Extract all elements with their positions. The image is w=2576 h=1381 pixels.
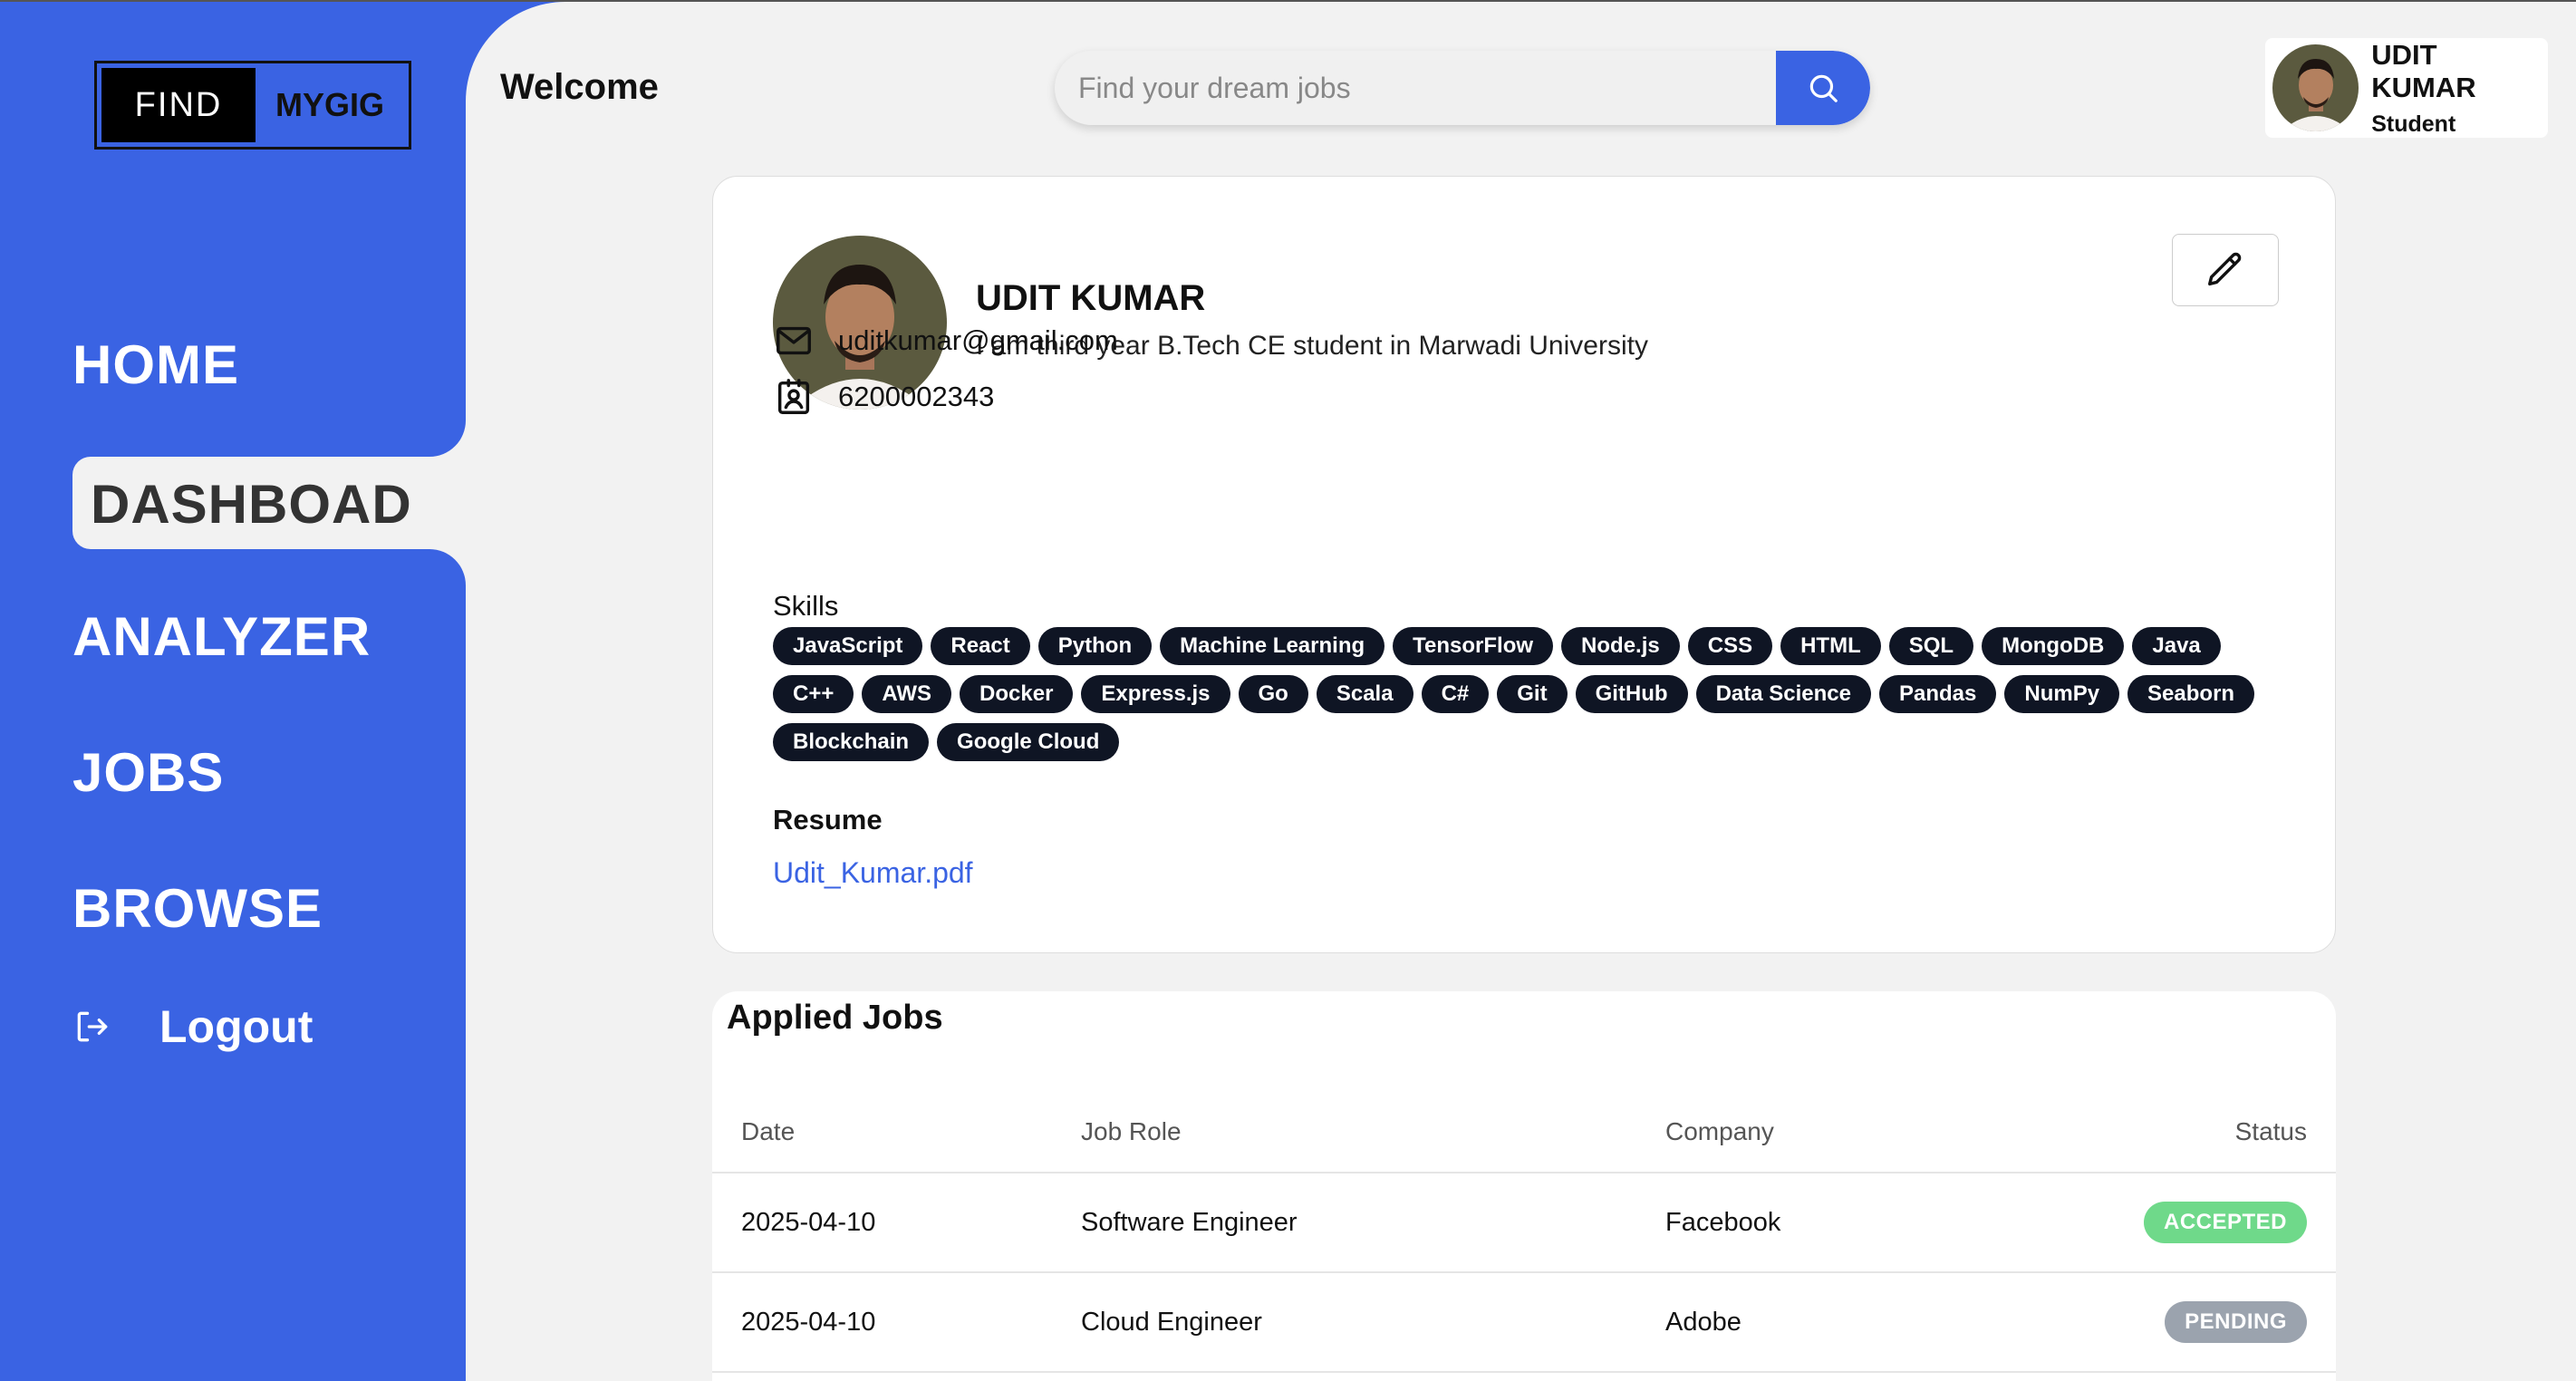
skill-tag: Git bbox=[1497, 675, 1568, 713]
table-header-row: Date Job Role Company Status bbox=[712, 1091, 2336, 1173]
skill-tag: NumPy bbox=[2004, 675, 2120, 713]
skill-tag: Java bbox=[2132, 627, 2221, 665]
applied-jobs-heading: Applied Jobs bbox=[727, 999, 943, 1037]
column-header-role: Job Role bbox=[1052, 1091, 1636, 1173]
job-role: Cloud Engineer bbox=[1052, 1272, 1636, 1373]
email-contact: uditkumar@gmail.com bbox=[773, 320, 1118, 362]
search-input[interactable] bbox=[1055, 51, 1776, 125]
nav-home[interactable]: HOME bbox=[72, 333, 239, 396]
skill-tag: Blockchain bbox=[773, 723, 930, 761]
logout-label: Logout bbox=[159, 1001, 314, 1052]
email-text: uditkumar@gmail.com bbox=[838, 324, 1118, 356]
skill-tag: TensorFlow bbox=[1393, 627, 1554, 665]
search-icon bbox=[1809, 74, 1838, 102]
skill-tag: CSS bbox=[1687, 627, 1773, 665]
skill-tag: HTML bbox=[1780, 627, 1881, 665]
skill-tag: Docker bbox=[960, 675, 1074, 713]
contact-card-icon bbox=[777, 379, 810, 414]
nav-browse[interactable]: BROWSE bbox=[72, 877, 323, 940]
skill-tag: Express.js bbox=[1081, 675, 1230, 713]
job-status-cell: PENDING bbox=[1912, 1272, 2336, 1373]
avatar bbox=[2272, 44, 2359, 131]
app-logo[interactable]: FIND MYGIG bbox=[94, 61, 411, 150]
job-date: 2025-04-10 bbox=[712, 1272, 1052, 1373]
column-header-date: Date bbox=[712, 1091, 1052, 1173]
skills-list: JavaScript React Python Machine Learning Ten… bbox=[773, 627, 2295, 761]
skill-tag: SQL bbox=[1888, 627, 1974, 665]
profile-name: UDIT KUMAR bbox=[976, 278, 1206, 318]
applied-jobs-table: Date Job Role Company Status 2025-04-10 … bbox=[712, 1091, 2336, 1373]
search-button[interactable] bbox=[1776, 51, 1870, 125]
table-row[interactable]: 2025-04-10 Software Engineer Facebook AC… bbox=[712, 1173, 2336, 1273]
skills-heading: Skills bbox=[773, 590, 839, 622]
table-row[interactable]: 2025-04-10 Cloud Engineer Adobe PENDING bbox=[712, 1272, 2336, 1373]
skill-tag: Pandas bbox=[1878, 675, 1997, 713]
column-header-company: Company bbox=[1636, 1091, 1913, 1173]
user-name: UDIT KUMAR bbox=[2371, 38, 2476, 103]
applied-jobs-card: Applied Jobs Date Job Role Company Statu… bbox=[712, 991, 2336, 1381]
phone-contact: 6200002343 bbox=[773, 376, 994, 418]
nav-jobs[interactable]: JOBS bbox=[72, 741, 224, 804]
job-date: 2025-04-10 bbox=[712, 1173, 1052, 1273]
skill-tag: GitHub bbox=[1575, 675, 1688, 713]
job-status-cell: ACCEPTED bbox=[1912, 1173, 2336, 1273]
job-company: Facebook bbox=[1636, 1173, 1913, 1273]
skill-tag: C++ bbox=[773, 675, 854, 713]
welcome-heading: Welcome bbox=[500, 67, 659, 107]
logout-button[interactable]: Logout bbox=[72, 1000, 313, 1053]
job-role: Software Engineer bbox=[1052, 1173, 1636, 1273]
mail-icon bbox=[777, 326, 811, 355]
resume-link[interactable]: Udit_Kumar.pdf bbox=[773, 856, 973, 890]
skill-tag: Go bbox=[1238, 675, 1308, 713]
user-profile-chip[interactable]: UDIT KUMAR Student bbox=[2265, 38, 2548, 138]
job-search-bar bbox=[1055, 51, 1870, 125]
nav-active-notch-bottom bbox=[411, 549, 466, 604]
nav-dashboard-label: DASHBOAD bbox=[91, 474, 412, 535]
pencil-icon bbox=[2208, 252, 2242, 286]
skill-tag: Node.js bbox=[1561, 627, 1680, 665]
skill-tag: MongoDB bbox=[1982, 627, 2125, 665]
skill-tag: JavaScript bbox=[773, 627, 923, 665]
nav-active-notch-top bbox=[411, 402, 466, 457]
skill-tag: AWS bbox=[862, 675, 952, 713]
skill-tag: Scala bbox=[1316, 675, 1413, 713]
profile-card: UDIT KUMAR I am third year B.Tech CE stu… bbox=[712, 176, 2336, 953]
column-header-status: Status bbox=[1912, 1091, 2336, 1173]
logo-mygig-text: MYGIG bbox=[275, 86, 384, 123]
nav-analyzer[interactable]: ANALYZER bbox=[72, 605, 371, 668]
skill-tag: Data Science bbox=[1695, 675, 1871, 713]
skill-tag: Seaborn bbox=[2127, 675, 2255, 713]
logo-find-text: FIND bbox=[101, 68, 256, 142]
skill-tag: Machine Learning bbox=[1160, 627, 1385, 665]
resume-heading: Resume bbox=[773, 804, 883, 835]
skill-tag: Google Cloud bbox=[937, 723, 1120, 761]
skill-tag: C# bbox=[1421, 675, 1490, 713]
status-badge: PENDING bbox=[2165, 1301, 2307, 1343]
status-badge: ACCEPTED bbox=[2143, 1202, 2307, 1243]
edit-profile-button[interactable] bbox=[2172, 234, 2279, 306]
phone-text: 6200002343 bbox=[838, 381, 995, 412]
skill-tag: Python bbox=[1037, 627, 1153, 665]
nav-dashboard[interactable]: DASHBOAD bbox=[72, 402, 466, 604]
logout-icon bbox=[77, 1011, 108, 1042]
skill-tag: React bbox=[931, 627, 1030, 665]
user-role: Student bbox=[2371, 111, 2456, 137]
job-company: Adobe bbox=[1636, 1272, 1913, 1373]
